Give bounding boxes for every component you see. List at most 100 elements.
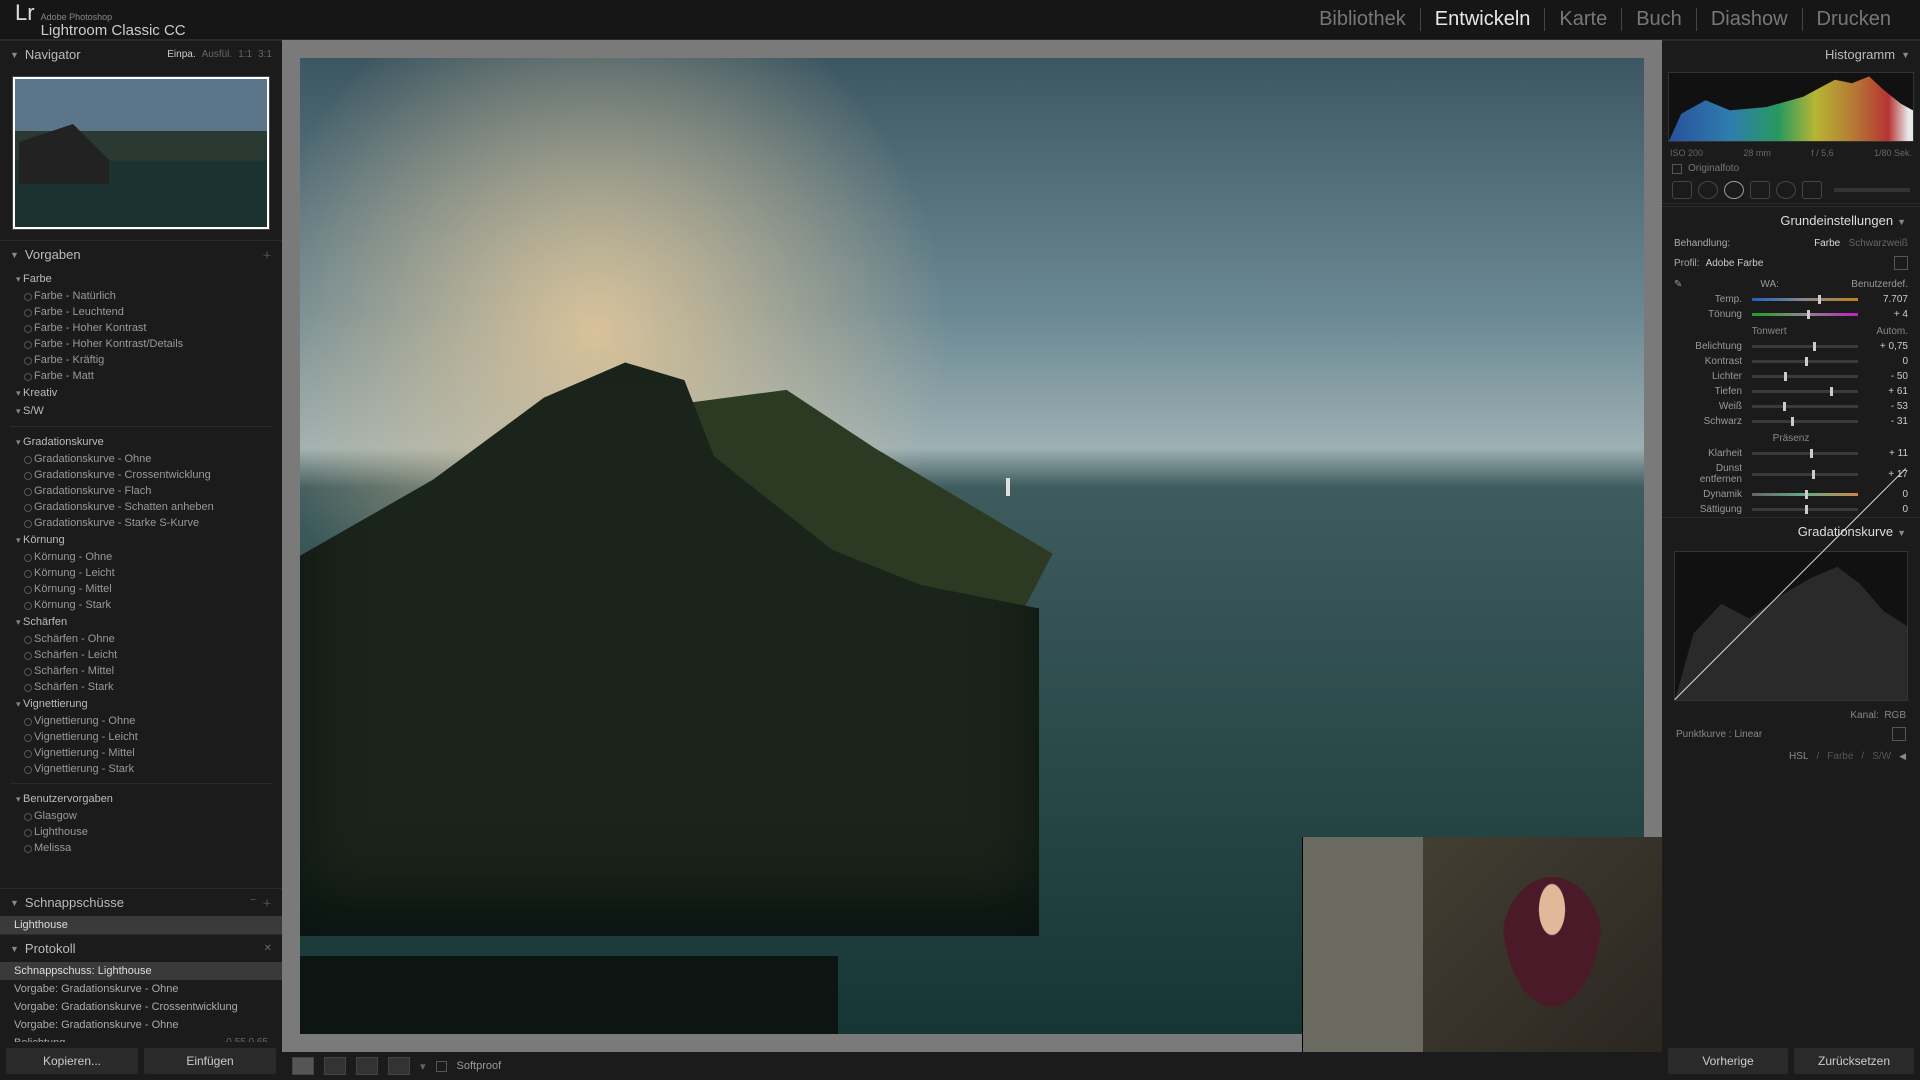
preset-item[interactable]: Farbe - Leuchtend (10, 304, 272, 320)
preset-item[interactable]: Gradationskurve - Ohne (10, 451, 272, 467)
preset-group[interactable]: S/W (10, 402, 272, 420)
nav-fill[interactable]: Ausfül. (202, 49, 233, 60)
tone-whites-value[interactable]: - 53 (1868, 401, 1908, 412)
brush-tool-icon[interactable] (1802, 181, 1822, 199)
preset-item[interactable]: Körnung - Mittel (10, 581, 272, 597)
preset-item[interactable]: Körnung - Leicht (10, 565, 272, 581)
navigator-thumbnail[interactable] (12, 76, 270, 230)
presets-header[interactable]: ▼ Vorgaben ＋ (0, 240, 282, 268)
presence-vibrance-slider[interactable] (1752, 493, 1858, 496)
preset-group[interactable]: Kreativ (10, 384, 272, 402)
preset-item[interactable]: Schärfen - Stark (10, 679, 272, 695)
loupe-view-icon[interactable] (292, 1057, 314, 1075)
reset-button[interactable]: Zurücksetzen (1794, 1048, 1914, 1074)
basic-header[interactable]: Grundeinstellungen▼ (1662, 206, 1920, 234)
snapshot-remove-icon[interactable]: − (250, 895, 256, 910)
temp-slider[interactable] (1752, 298, 1858, 301)
tone-blacks-slider[interactable] (1752, 420, 1858, 423)
crop-tool-icon[interactable] (1672, 181, 1692, 199)
module-slideshow[interactable]: Diashow (1696, 8, 1802, 31)
treatment-color[interactable]: Farbe (1814, 238, 1840, 249)
tool-amount-slider[interactable] (1834, 188, 1910, 192)
tone-contrast-slider[interactable] (1752, 360, 1858, 363)
preset-item[interactable]: Farbe - Kräftig (10, 352, 272, 368)
presence-clarity-slider[interactable] (1752, 452, 1858, 455)
preset-item[interactable]: Körnung - Ohne (10, 549, 272, 565)
channel-value[interactable]: RGB (1884, 710, 1906, 721)
tone-highlights-slider[interactable] (1752, 375, 1858, 378)
histogram-header[interactable]: Histogramm ▼ (1662, 40, 1920, 68)
histogram[interactable] (1668, 72, 1914, 142)
module-map[interactable]: Karte (1544, 8, 1621, 31)
module-book[interactable]: Buch (1621, 8, 1696, 31)
preset-item[interactable]: Farbe - Matt (10, 368, 272, 384)
preset-item[interactable]: Farbe - Hoher Kontrast/Details (10, 336, 272, 352)
history-item[interactable]: Vorgabe: Gradationskurve - Ohne (0, 1016, 282, 1034)
original-checkbox[interactable] (1672, 164, 1682, 174)
preset-item[interactable]: Vignettierung - Stark (10, 761, 272, 777)
tone-exposure-value[interactable]: + 0,75 (1868, 341, 1908, 352)
before-after-tb-icon[interactable] (356, 1057, 378, 1075)
tone-exposure-slider[interactable] (1752, 345, 1858, 348)
tone-shadows-value[interactable]: + 61 (1868, 386, 1908, 397)
preset-item[interactable]: Vignettierung - Leicht (10, 729, 272, 745)
paste-button[interactable]: Einfügen (144, 1048, 276, 1074)
nav-fit[interactable]: Einpa. (167, 49, 195, 60)
history-item[interactable]: Vorgabe: Gradationskurve - Crossentwickl… (0, 998, 282, 1016)
preset-item[interactable]: Körnung - Stark (10, 597, 272, 613)
softproof-checkbox[interactable] (436, 1061, 447, 1072)
nav-custom[interactable]: 3:1 (258, 49, 272, 60)
history-header[interactable]: ▼ Protokoll ✕ (0, 934, 282, 962)
preset-item[interactable]: Schärfen - Leicht (10, 647, 272, 663)
pointcurve-value[interactable]: Linear (1734, 729, 1762, 740)
treatment-bw[interactable]: Schwarzweiß (1849, 238, 1908, 249)
tonecurve-header[interactable]: Gradationskurve▼ (1662, 517, 1920, 545)
tint-slider[interactable] (1752, 313, 1858, 316)
preset-item[interactable]: Gradationskurve - Flach (10, 483, 272, 499)
preset-item[interactable]: Gradationskurve - Starke S-Kurve (10, 515, 272, 531)
preset-group[interactable]: Benutzervorgaben (10, 790, 272, 808)
tone-whites-slider[interactable] (1752, 405, 1858, 408)
preset-item[interactable]: Glasgow (10, 808, 272, 824)
tint-value[interactable]: + 4 (1868, 309, 1908, 320)
profile-select[interactable]: Adobe Farbe (1706, 258, 1888, 269)
tone-highlights-value[interactable]: - 50 (1868, 371, 1908, 382)
preset-item[interactable]: Lighthouse (10, 824, 272, 840)
preset-group[interactable]: Körnung (10, 531, 272, 549)
temp-value[interactable]: 7.707 (1868, 294, 1908, 305)
presence-saturation-slider[interactable] (1752, 508, 1858, 511)
snapshots-header[interactable]: ▼ Schnappschüsse −＋ (0, 888, 282, 916)
eyedropper-icon[interactable]: ✎ (1674, 279, 1688, 290)
bw-tab[interactable]: S/W (1872, 751, 1891, 762)
history-item[interactable]: Belichtung-0,55 0,65 (0, 1034, 282, 1042)
before-after-lr-icon[interactable] (324, 1057, 346, 1075)
radial-tool-icon[interactable] (1776, 181, 1796, 199)
preset-item[interactable]: Vignettierung - Mittel (10, 745, 272, 761)
preset-item[interactable]: Farbe - Hoher Kontrast (10, 320, 272, 336)
tone-blacks-value[interactable]: - 31 (1868, 416, 1908, 427)
module-library[interactable]: Bibliothek (1305, 8, 1420, 31)
module-print[interactable]: Drucken (1802, 8, 1905, 31)
auto-button[interactable]: Autom. (1876, 326, 1920, 337)
previous-button[interactable]: Vorherige (1668, 1048, 1788, 1074)
snapshot-add-icon[interactable]: ＋ (262, 895, 272, 910)
preset-item[interactable]: Melissa (10, 840, 272, 856)
preset-item[interactable]: Schärfen - Mittel (10, 663, 272, 679)
copy-button[interactable]: Kopieren... (6, 1048, 138, 1074)
tone-curve[interactable] (1674, 551, 1908, 701)
preset-item[interactable]: Farbe - Natürlich (10, 288, 272, 304)
preset-item[interactable]: Gradationskurve - Crossentwicklung (10, 467, 272, 483)
preset-group[interactable]: Farbe (10, 270, 272, 288)
redeye-tool-icon[interactable] (1724, 181, 1744, 199)
gradient-tool-icon[interactable] (1750, 181, 1770, 199)
preset-group[interactable]: Gradationskurve (10, 433, 272, 451)
navigator-header[interactable]: ▼ Navigator Einpa. Ausfül. 1:1 3:1 (0, 40, 282, 68)
preset-item[interactable]: Gradationskurve - Schatten anheben (10, 499, 272, 515)
snapshot-item[interactable]: Lighthouse (0, 916, 282, 934)
presets-add-icon[interactable]: ＋ (262, 247, 272, 262)
preset-group[interactable]: Schärfen (10, 613, 272, 631)
presence-saturation-value[interactable]: 0 (1868, 504, 1908, 515)
presence-dehaze-slider[interactable] (1752, 473, 1858, 476)
tone-contrast-value[interactable]: 0 (1868, 356, 1908, 367)
presence-clarity-value[interactable]: + 11 (1868, 448, 1908, 459)
